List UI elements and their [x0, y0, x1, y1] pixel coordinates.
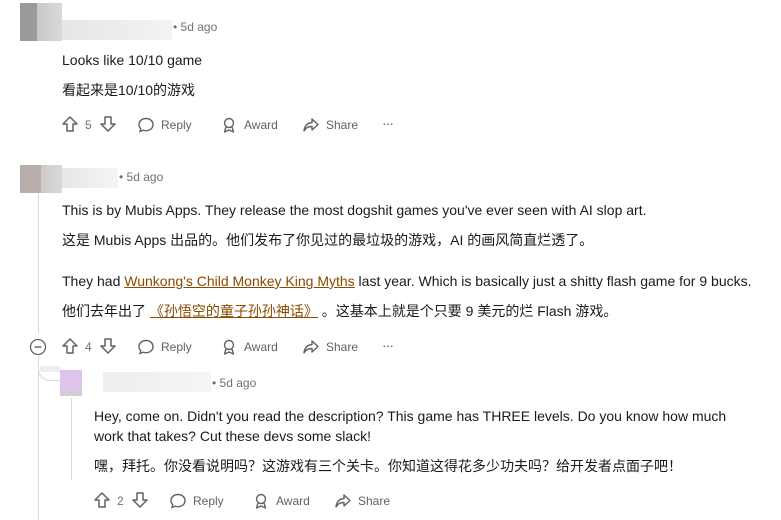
- vote-count: 5: [85, 118, 92, 132]
- reply-icon: [169, 492, 187, 510]
- reply-button[interactable]: Reply: [169, 492, 224, 510]
- share-icon: [302, 116, 320, 134]
- comment-text-line: They had Wunkong's Child Monkey King Myt…: [62, 273, 752, 289]
- downvote-button[interactable]: [131, 491, 149, 509]
- more-options-button[interactable]: ···: [382, 337, 394, 353]
- share-button[interactable]: Share: [334, 492, 390, 510]
- award-label: Award: [276, 494, 310, 508]
- share-button[interactable]: Share: [302, 338, 358, 356]
- text-span: They had: [62, 273, 125, 289]
- comment-timestamp: • 5d ago: [173, 20, 218, 34]
- avatar-blurred: [20, 165, 62, 193]
- comment-text-line: Looks like 10/10 game: [62, 52, 203, 68]
- award-label: Award: [244, 118, 278, 132]
- upvote-icon: [61, 337, 79, 355]
- upvote-button[interactable]: [61, 337, 79, 355]
- upvote-icon: [93, 491, 111, 509]
- username-blurred: [103, 372, 211, 392]
- downvote-button[interactable]: [99, 337, 117, 355]
- award-button[interactable]: Award: [220, 116, 278, 134]
- comment-text-line: This is by Mubis Apps. They release the …: [62, 202, 647, 218]
- more-icon: ···: [382, 337, 394, 353]
- reply-icon: [137, 338, 155, 356]
- award-icon: [220, 116, 238, 134]
- username-blurred: [40, 366, 60, 372]
- share-button[interactable]: Share: [302, 116, 358, 134]
- reply-label: Reply: [193, 494, 224, 508]
- share-label: Share: [358, 494, 391, 508]
- reply-label: Reply: [161, 340, 192, 354]
- game-link[interactable]: Wunkong's Child Monkey King Myths: [124, 273, 354, 289]
- more-options-button[interactable]: ···: [382, 115, 394, 131]
- reply-button[interactable]: Reply: [137, 338, 192, 356]
- award-icon: [220, 338, 238, 356]
- comment-text-line: 看起来是10/10的游戏: [62, 82, 196, 98]
- award-button[interactable]: Award: [220, 338, 278, 356]
- vote-count: 2: [117, 494, 124, 508]
- thread-line: [38, 193, 39, 333]
- collapse-icon: [29, 338, 47, 356]
- award-label: Award: [244, 340, 278, 354]
- avatar-blurred: [60, 370, 82, 396]
- downvote-icon: [99, 337, 117, 355]
- comment-timestamp: • 5d ago: [119, 170, 164, 184]
- share-label: Share: [326, 340, 359, 354]
- downvote-icon: [99, 115, 117, 133]
- comment-text-line: work that takes? Cut these devs some sla…: [94, 428, 372, 444]
- share-label: Share: [326, 118, 359, 132]
- reply-button[interactable]: Reply: [137, 116, 192, 134]
- more-icon: ···: [382, 115, 394, 131]
- comment-text-line: 嘿，拜托。你没看说明吗？这游戏有三个关卡。你知道这得花多少功夫吗？给开发者点面子…: [94, 458, 682, 474]
- share-icon: [302, 338, 320, 356]
- comment-text-line: 他们去年出了 《孙悟空的童子孙孙神话》 。这基本上就是个只要 9 美元的烂 Fl…: [62, 301, 617, 321]
- reply-label: Reply: [161, 118, 192, 132]
- avatar-blurred: [20, 3, 62, 41]
- vote-count: 4: [85, 340, 92, 354]
- reply-icon: [137, 116, 155, 134]
- game-link-translated[interactable]: 《孙悟空的童子孙孙神话》: [150, 303, 318, 319]
- text-span: 他们去年出了: [62, 303, 150, 319]
- collapse-thread-button[interactable]: [29, 338, 47, 356]
- upvote-button[interactable]: [93, 491, 111, 509]
- award-icon: [252, 492, 270, 510]
- upvote-icon: [61, 115, 79, 133]
- downvote-icon: [131, 491, 149, 509]
- comment-timestamp: • 5d ago: [212, 376, 257, 390]
- text-span: last year. Which is basically just a shi…: [354, 273, 752, 289]
- share-icon: [334, 492, 352, 510]
- comment-text-line: 这是 Mubis Apps 出品的。他们发布了你见过的最垃圾的游戏，AI 的画风…: [62, 232, 594, 248]
- award-button[interactable]: Award: [252, 492, 310, 510]
- thread-line: [38, 356, 39, 520]
- upvote-button[interactable]: [61, 115, 79, 133]
- username-blurred: [62, 20, 172, 40]
- comment-text-line: Hey, come on. Didn't you read the descri…: [94, 408, 727, 424]
- username-blurred: [62, 168, 118, 188]
- text-span: 。这基本上就是个只要 9 美元的烂 Flash 游戏。: [317, 303, 618, 319]
- downvote-button[interactable]: [99, 115, 117, 133]
- thread-line: [71, 398, 72, 480]
